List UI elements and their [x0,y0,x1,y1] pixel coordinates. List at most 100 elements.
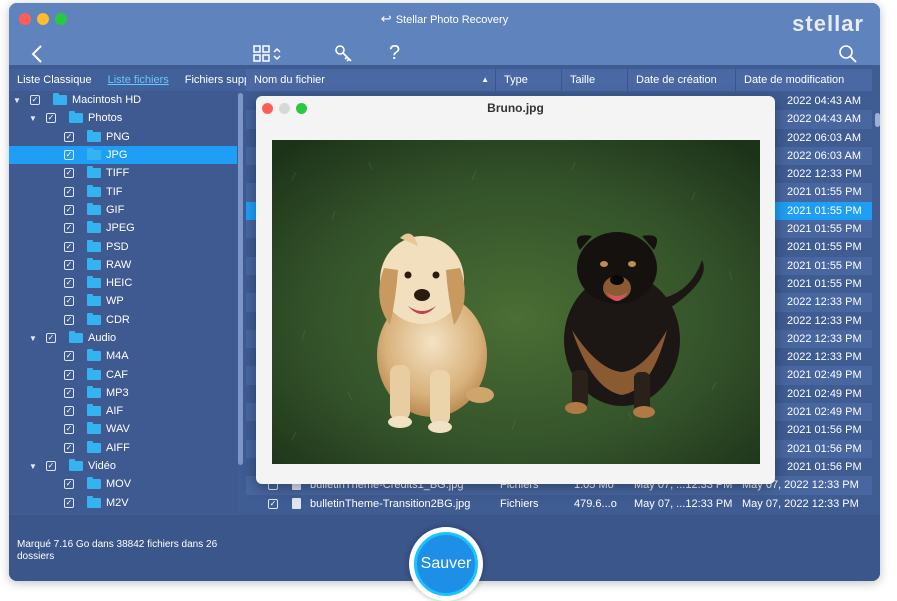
tree-item-label: TIFF [106,167,130,180]
file-modified-cell: 2022 06:03 AM [787,149,862,162]
tree-item[interactable]: ✓ JPG [9,145,237,165]
checkbox[interactable]: ✓ [64,406,74,417]
checkbox[interactable]: ✓ [64,351,74,362]
file-modified-cell: 2021 01:55 PM [787,186,862,199]
file-row[interactable]: ✓ bulletinTheme-Transition2BG.jpg Fichiers… [246,495,872,513]
tree-item[interactable]: ▼ ✓ Photos [9,109,237,127]
tree-item[interactable]: ✓ M2V [9,494,237,512]
tree-item[interactable]: ✓ PNG [9,128,237,146]
checkbox[interactable]: ✓ [64,314,74,325]
checkbox[interactable]: ✓ [64,131,74,142]
tree-item-label: AIFF [106,441,130,454]
tab-fichiers-supp[interactable]: Fichiers supp [177,74,250,86]
folder-icon [69,459,83,472]
folder-icon [87,202,101,215]
checkbox[interactable]: ✓ [64,424,74,435]
checkbox[interactable]: ✓ [64,369,74,380]
help-icon[interactable]: ? [389,43,400,63]
checkbox[interactable]: ✓ [268,498,278,509]
tree-item[interactable]: ✓ JPEG [9,219,237,237]
checkbox[interactable]: ✓ [46,333,56,343]
tree-item[interactable]: ✓ WAV [9,420,237,438]
search-icon[interactable] [839,45,857,67]
tree-item[interactable]: ✓ CDR [9,311,237,329]
tree-item[interactable]: ✓ CAF [9,365,237,383]
checkbox[interactable]: ✓ [64,497,74,508]
checkbox[interactable]: ✓ [64,241,74,252]
tree-item[interactable]: ✓ PSD [9,237,237,255]
chevron-left-icon[interactable] [31,45,43,67]
tree-item[interactable]: ✓ HEIC [9,274,237,292]
folder-tree: ▼ ✓ Macintosh HD ▼ ✓ Photos ✓ PNG ✓ JPG ✓ TIFF ✓ TIF ✓… [9,91,237,513]
column-header-created[interactable]: Date de création [628,69,736,91]
tree-item[interactable]: ✓ M4A [9,347,237,365]
tree-item[interactable]: ✓ MP3 [9,384,237,402]
checkbox[interactable]: ✓ [46,461,56,472]
checkbox[interactable]: ✓ [64,204,74,215]
folder-icon [87,148,101,161]
tree-item-label: CAF [106,368,128,381]
folder-icon [87,276,101,289]
tree-item-label: JPG [106,149,128,162]
folder-icon [53,93,67,106]
file-modified-cell: 2022 12:33 PM [787,314,862,327]
file-list-header: Nom du fichier ▲ Type Taille Date de cré… [246,69,872,91]
tree-item-label: WAV [106,423,130,436]
disclosure-triangle-icon[interactable]: ▼ [13,96,21,105]
checkbox[interactable]: ✓ [64,168,74,179]
save-button[interactable]: Sauver [414,532,478,596]
folder-icon [87,404,101,417]
tree-item[interactable]: ✓ AIFF [9,439,237,457]
disclosure-triangle-icon[interactable]: ▼ [29,462,37,471]
checkbox[interactable]: ✓ [64,387,74,398]
tree-item[interactable]: ✓ GIF [9,201,237,219]
tree-item[interactable]: ✓ TIF [9,182,237,200]
status-text: Marqué 7.16 Go dans 38842 fichiers dans … [17,539,218,562]
column-header-type[interactable]: Type [496,69,562,91]
tree-item[interactable]: ✓ RAW [9,256,237,274]
window-title: ↩ Stellar Photo Recovery [9,11,880,27]
tree-item-label: MOV [106,478,132,491]
tree-item[interactable]: ✓ MOV [9,475,237,493]
tree-item[interactable]: ▼ ✓ Vidéo [9,457,237,475]
key-icon[interactable] [335,45,353,67]
tree-item-label: MP3 [106,386,129,399]
checkbox[interactable]: ✓ [30,95,40,106]
checkbox[interactable]: ✓ [64,186,74,197]
file-modified-cell: 2022 12:33 PM [787,332,862,345]
tree-item[interactable]: ✓ TIFF [9,164,237,182]
file-icon [292,497,301,509]
checkbox[interactable]: ✓ [64,259,74,270]
checkbox[interactable]: ✓ [64,150,74,161]
checkbox[interactable]: ✓ [64,479,74,490]
tree-item[interactable]: ▼ ✓ Audio [9,329,237,347]
tab-liste-classique[interactable]: Liste Classique [9,74,92,86]
column-header-modified[interactable]: Date de modification [736,69,872,91]
tree-item[interactable]: ▼ ✓ Macintosh HD [9,91,237,109]
file-modified-cell: May 07, 2022 12:33 PM [742,497,859,510]
file-created-cell: May 07, ...12:33 PM [634,497,733,510]
file-modified-cell: 2022 12:33 PM [787,351,862,364]
tree-scrollbar[interactable] [238,93,243,465]
tree-item-label: PSD [106,240,129,253]
tree-item[interactable]: ✓ WP [9,292,237,310]
file-list-scrollbar[interactable] [875,113,880,127]
disclosure-triangle-icon[interactable]: ▼ [29,334,37,343]
tree-item[interactable]: ✓ AIF [9,402,237,420]
file-modified-cell: 2021 02:49 PM [787,406,862,419]
checkbox[interactable]: ✓ [46,113,56,124]
grid-view-icon[interactable] [253,45,283,67]
file-modified-cell: 2021 01:56 PM [787,460,862,473]
checkbox[interactable]: ✓ [64,278,74,289]
column-header-size[interactable]: Taille [562,69,628,91]
folder-icon [87,477,101,490]
file-modified-cell: 2022 06:03 AM [787,131,862,144]
checkbox[interactable]: ✓ [64,442,74,453]
folder-icon [69,111,83,124]
tree-item-label: M4A [106,350,129,363]
checkbox[interactable]: ✓ [64,223,74,234]
disclosure-triangle-icon[interactable]: ▼ [29,114,37,123]
tab-liste-fichiers[interactable]: Liste fichiers [100,74,169,86]
checkbox[interactable]: ✓ [64,296,74,307]
column-header-name[interactable]: Nom du fichier ▲ [246,69,496,91]
